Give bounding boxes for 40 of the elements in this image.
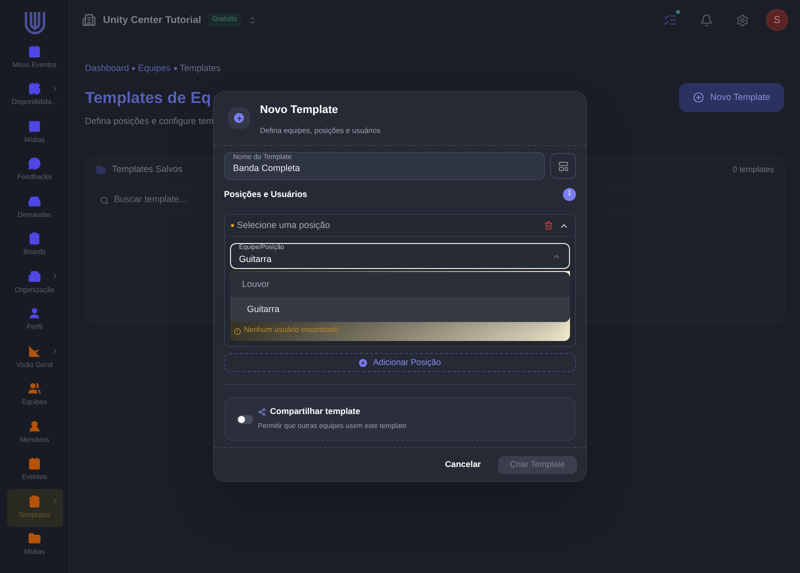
section-heading: Posições e Usuários <box>224 188 308 201</box>
share-toggle[interactable] <box>237 414 253 424</box>
plus-icon <box>234 113 244 123</box>
new-template-button[interactable]: Novo Template <box>679 83 784 112</box>
share-title: Compartilhar template <box>270 405 360 418</box>
position-header: Selecione uma posição <box>237 218 332 232</box>
breadcrumb-link[interactable]: Templates <box>180 62 221 76</box>
search-placeholder: Buscar template... <box>114 193 187 206</box>
switch-icon[interactable] <box>248 16 258 24</box>
dropdown-option[interactable]: Louvor <box>230 272 570 297</box>
settings-icon[interactable] <box>736 14 749 26</box>
field-value: Banda Completa <box>233 162 300 175</box>
modal-title: Novo Template <box>260 103 340 118</box>
field-value: Guitarra <box>239 253 273 266</box>
layout-icon <box>558 160 568 172</box>
warning-icon <box>234 328 241 335</box>
search-icon <box>100 196 109 204</box>
logo-icon <box>22 10 46 36</box>
layout-icon-button[interactable] <box>550 153 576 179</box>
building-icon <box>82 13 96 27</box>
cancel-button[interactable]: Cancelar <box>444 458 481 471</box>
share-icon <box>258 408 266 416</box>
folder-icon <box>96 165 106 175</box>
page-subtitle: Defina posições e configure tem <box>85 114 214 128</box>
breadcrumb-link[interactable]: Equipes <box>138 62 171 76</box>
tasks-icon[interactable] <box>663 13 677 27</box>
bell-icon[interactable] <box>700 14 713 26</box>
card-title: Templates Salvos <box>112 163 183 176</box>
templates-count: 0 templates <box>732 164 774 176</box>
user-avatar[interactable]: S <box>766 9 788 31</box>
organization-name: Unity Center Tutorial <box>103 14 202 28</box>
trash-icon[interactable] <box>544 221 553 230</box>
plus-circle-icon <box>693 92 704 103</box>
page-title: Templates de Eq <box>85 88 211 108</box>
breadcrumb-separator <box>174 67 177 70</box>
breadcrumb-separator <box>132 67 136 70</box>
dropdown-option[interactable]: Guitarra <box>230 297 570 322</box>
add-position-button[interactable]: Adicionar Posição <box>224 353 576 372</box>
plus-icon <box>358 358 367 366</box>
breadcrumb-link[interactable]: Dashboard <box>85 62 130 76</box>
